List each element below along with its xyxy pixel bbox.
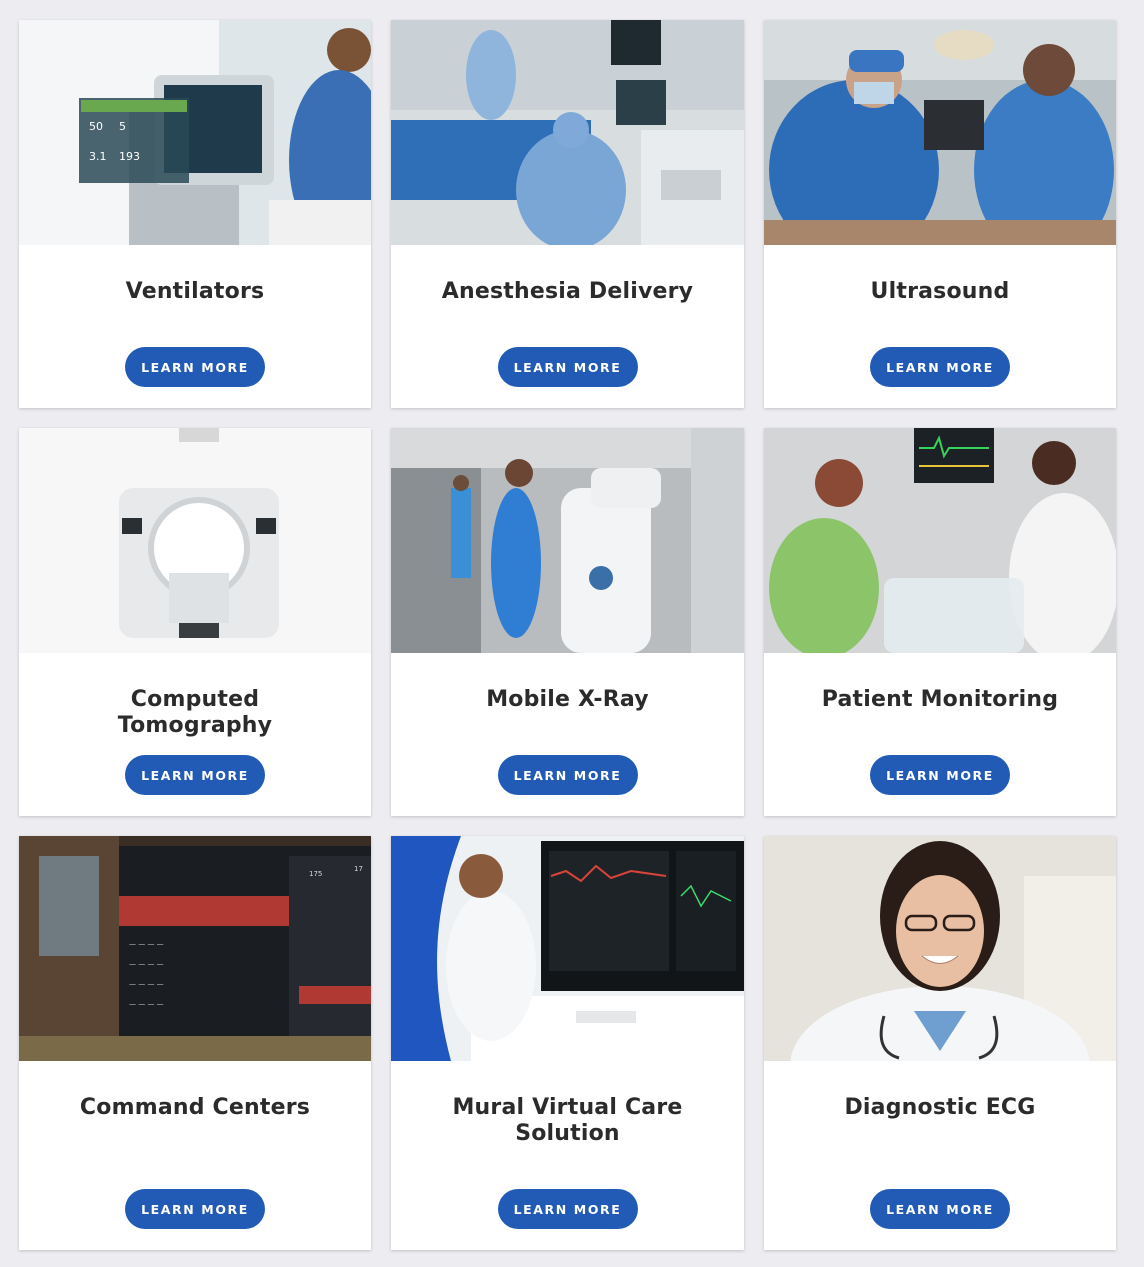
card-title: Mural Virtual Care Solution [452,1095,683,1146]
svg-text:5: 5 [119,120,126,133]
svg-text:50: 50 [89,120,103,133]
card-title: Ventilators [125,279,265,304]
product-card-command-centers: 175 17 — — — — — — — — — — — — — — — — C… [19,836,371,1250]
svg-text:— — — —: — — — — [129,1000,164,1008]
ultrasound-photo[interactable] [764,20,1116,245]
learn-more-button[interactable]: LEARN MORE [125,1189,265,1229]
card-title: Anesthesia Delivery [441,279,694,304]
svg-text:3.1: 3.1 [89,150,107,163]
product-card-computed-tomography: Computed Tomography LEARN MORE [19,428,371,816]
learn-more-button[interactable]: LEARN MORE [497,755,638,795]
diagnostic-ecg-photo[interactable] [764,836,1116,1061]
learn-more-button[interactable]: LEARN MORE [870,755,1010,795]
product-card-diagnostic-ecg: Diagnostic ECG LEARN MORE [764,836,1116,1250]
svg-text:175: 175 [309,870,322,878]
svg-text:17: 17 [354,865,363,873]
svg-text:— — — —: — — — — [129,960,164,968]
mural-virtual-care-photo[interactable] [391,836,744,1061]
product-card-mural-virtual-care-solution: Mural Virtual Care Solution LEARN MORE [391,836,744,1250]
card-title: Mobile X-Ray [486,687,649,712]
card-title: Command Centers [79,1095,311,1120]
learn-more-button[interactable]: LEARN MORE [870,347,1010,387]
learn-more-button[interactable]: LEARN MORE [497,347,638,387]
svg-text:193: 193 [119,150,140,163]
card-title: Ultrasound [870,279,1010,304]
product-card-mobile-x-ray: Mobile X-Ray LEARN MORE [391,428,744,816]
learn-more-button[interactable]: LEARN MORE [125,347,265,387]
learn-more-button[interactable]: LEARN MORE [125,755,265,795]
product-card-ventilators: 50 5 3.1 193 Ventilators LEARN MORE [19,20,371,408]
card-title: Computed Tomography [117,687,273,738]
ventilator-photo[interactable]: 50 5 3.1 193 [19,20,371,245]
card-title: Patient Monitoring [821,687,1059,712]
product-grid: 50 5 3.1 193 Ventilators LEARN MORE Anes… [19,20,1116,1250]
ct-scanner-photo[interactable] [19,428,371,653]
patient-monitoring-photo[interactable] [764,428,1116,653]
product-card-anesthesia-delivery: Anesthesia Delivery LEARN MORE [391,20,744,408]
product-card-patient-monitoring: Patient Monitoring LEARN MORE [764,428,1116,816]
command-center-photo[interactable]: 175 17 — — — — — — — — — — — — — — — — [19,836,371,1061]
mobile-xray-photo[interactable] [391,428,744,653]
card-title: Diagnostic ECG [844,1095,1036,1120]
svg-text:— — — —: — — — — [129,980,164,988]
learn-more-button[interactable]: LEARN MORE [870,1189,1010,1229]
learn-more-button[interactable]: LEARN MORE [497,1189,638,1229]
anesthesia-photo[interactable] [391,20,744,245]
product-card-ultrasound: Ultrasound LEARN MORE [764,20,1116,408]
svg-text:— — — —: — — — — [129,940,164,948]
